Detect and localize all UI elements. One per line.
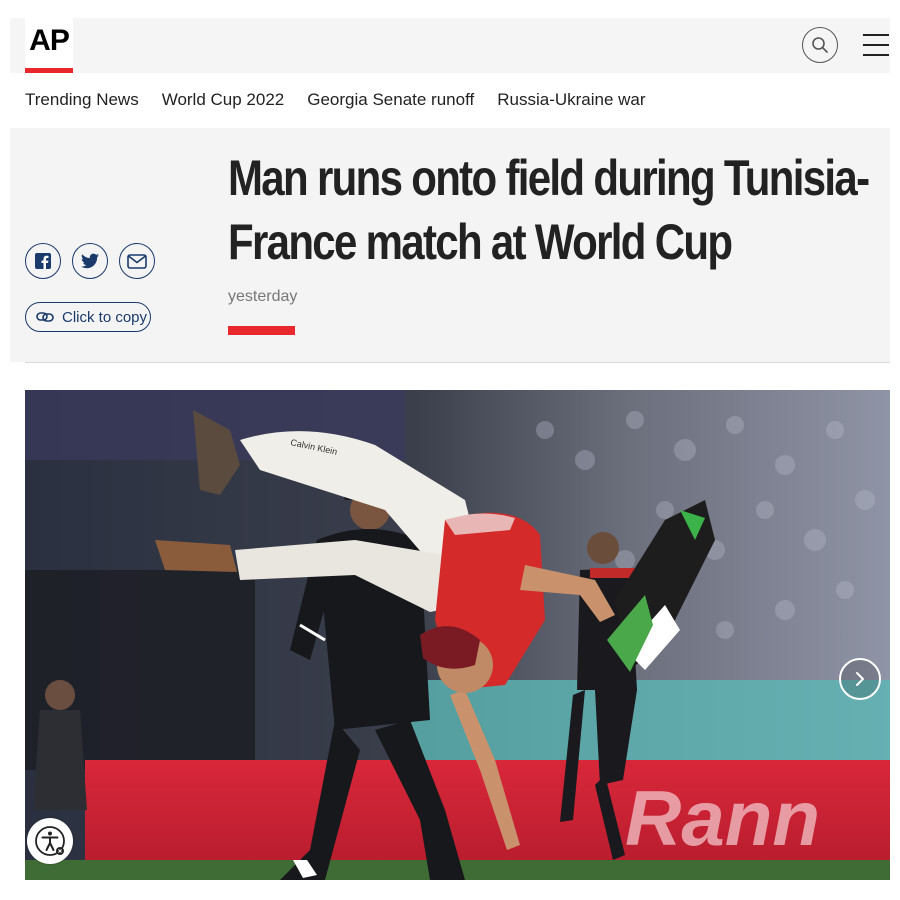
copy-link-label: Click to copy <box>62 308 148 326</box>
nav-item-trending-news[interactable]: Trending News <box>25 90 139 114</box>
site-header: AP <box>10 18 890 73</box>
header-divider <box>25 362 890 363</box>
stadium-scene: Rann Calvin Klein <box>25 390 890 880</box>
share-buttons <box>25 243 155 279</box>
accessibility-icon <box>35 826 65 856</box>
hamburger-menu-icon-line <box>863 54 889 56</box>
ap-logo[interactable]: AP <box>25 18 73 73</box>
lead-photo[interactable]: Rann Calvin Klein <box>25 390 890 880</box>
hamburger-menu-icon-line <box>863 44 889 46</box>
article-headline: Man runs onto field during Tunisia-Franc… <box>228 150 870 270</box>
article-header: Click to copy Man runs onto field during… <box>10 128 890 362</box>
facebook-icon <box>35 253 51 269</box>
logo-red-bar <box>25 68 73 73</box>
headline-red-rule <box>228 326 295 335</box>
nav-item-russia-ukraine[interactable]: Russia-Ukraine war <box>497 90 645 114</box>
gallery-next-button[interactable] <box>839 658 881 700</box>
accessibility-button[interactable] <box>27 818 73 864</box>
chevron-right-icon <box>856 672 864 686</box>
hamburger-menu-button[interactable] <box>863 34 889 56</box>
ad-board-text: Rann <box>625 774 820 862</box>
nav-item-world-cup[interactable]: World Cup 2022 <box>162 90 285 114</box>
search-icon <box>812 37 828 53</box>
link-icon <box>36 312 54 322</box>
trending-nav: Trending News World Cup 2022 Georgia Sen… <box>25 90 646 114</box>
search-button[interactable] <box>802 27 838 63</box>
copy-link-button[interactable]: Click to copy <box>25 302 151 332</box>
twitter-icon <box>81 253 99 269</box>
twitter-share-button[interactable] <box>72 243 108 279</box>
article-timestamp: yesterday <box>228 288 298 305</box>
logo-text: AP <box>29 24 70 57</box>
email-share-button[interactable] <box>119 243 155 279</box>
nav-item-georgia-senate[interactable]: Georgia Senate runoff <box>307 90 474 114</box>
hamburger-menu-icon <box>863 34 889 36</box>
page: AP Trending News World Cup 2022 Georgia … <box>0 0 900 900</box>
facebook-share-button[interactable] <box>25 243 61 279</box>
email-icon <box>127 253 147 269</box>
